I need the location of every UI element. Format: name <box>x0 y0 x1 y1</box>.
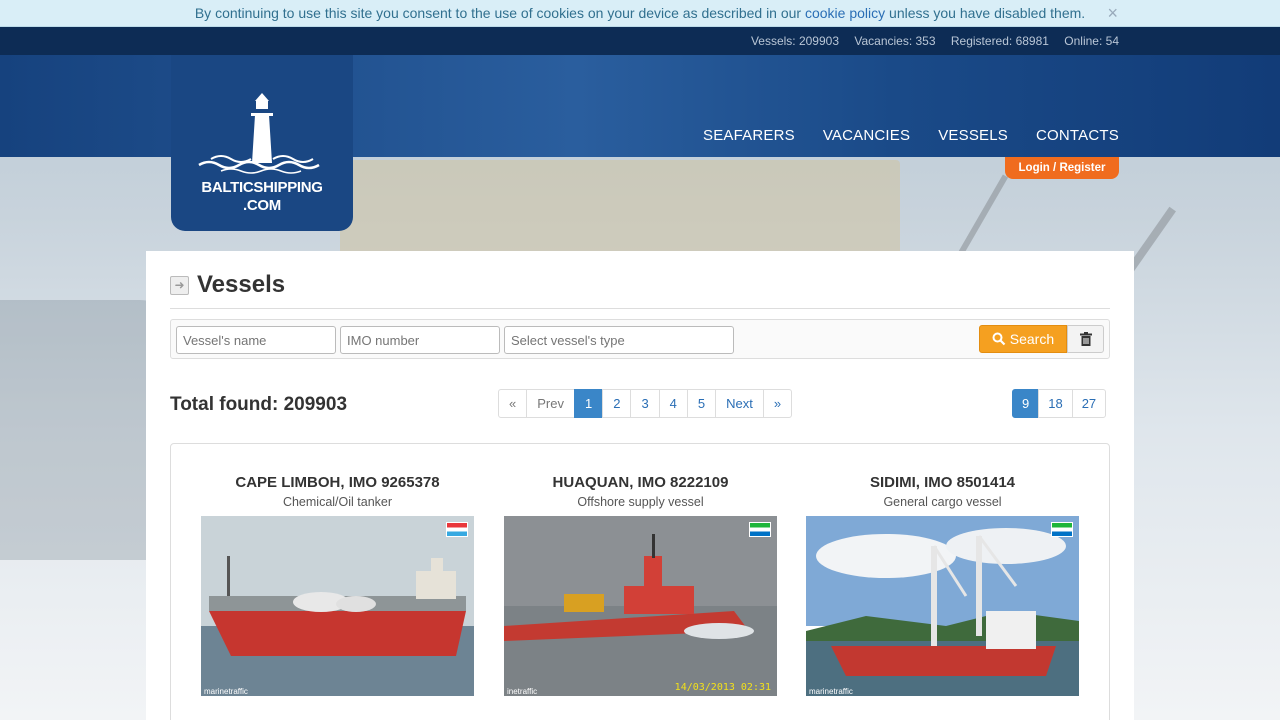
vessel-type: General cargo vessel <box>883 495 1002 509</box>
page-title: Vessels <box>197 271 286 298</box>
total-found: Total found: 209903 <box>170 394 348 415</box>
stat-vacancies: Vacancies: 353 <box>854 34 936 48</box>
vessel-photo[interactable]: marinetraffic <box>806 516 1079 696</box>
cookie-banner: By continuing to use this site you conse… <box>0 0 1280 27</box>
vessel-type: Chemical/Oil tanker <box>282 495 393 509</box>
cookie-text-end: unless you have disabled them. <box>885 5 1086 21</box>
stat-vessels: Vessels: 209903 <box>750 34 840 48</box>
logo-text-line1: BALTICSHIPPING <box>201 179 323 196</box>
cookie-policy-link[interactable]: cookie policy <box>805 5 885 21</box>
pagination-page[interactable]: 3 <box>630 389 660 418</box>
background-crane <box>957 174 1009 256</box>
per-page-selector: 9 18 27 <box>1012 389 1107 418</box>
nav-contacts[interactable]: CONTACTS <box>1036 127 1119 144</box>
pagination-page[interactable]: 1 <box>573 389 604 418</box>
imo-number-input[interactable] <box>340 326 500 354</box>
vessel-photo-image <box>504 516 777 696</box>
search-icon <box>992 332 1006 346</box>
pagination-page[interactable]: 2 <box>602 389 632 418</box>
per-page-option[interactable]: 18 <box>1038 389 1073 418</box>
vessel-photo-image <box>806 516 1079 696</box>
vessel-card[interactable]: HUAQUAN, IMO 8222109 Offshore supply ves… <box>504 474 777 696</box>
background-ship <box>340 160 900 260</box>
page-title-row: ➜ Vessels <box>170 271 285 299</box>
vessel-type-select[interactable] <box>504 326 734 354</box>
lighthouse-icon <box>198 93 320 174</box>
flag-icon <box>1051 522 1073 537</box>
pagination-prev[interactable]: Prev <box>526 389 575 418</box>
vessel-card[interactable]: CAPE LIMBOH, IMO 9265378 Chemical/Oil ta… <box>201 474 474 696</box>
filter-bar: Search <box>170 319 1110 359</box>
flag-icon <box>446 522 468 537</box>
per-page-option[interactable]: 27 <box>1071 389 1107 418</box>
cookie-text: By continuing to use this site you conse… <box>194 5 805 21</box>
vessel-title[interactable]: HUAQUAN, IMO 8222109 <box>504 474 777 491</box>
arrow-right-icon: ➜ <box>170 275 189 295</box>
stat-registered: Registered: 68981 <box>950 34 1049 48</box>
photo-timestamp: 14/03/2013 02:31 <box>674 682 771 693</box>
close-icon[interactable]: × <box>1107 0 1118 26</box>
vessels-panel: ➜ Vessels Search Total found: 209903 <box>146 251 1134 720</box>
main-nav: SEAFARERS VACANCIES VESSELS CONTACTS <box>703 127 1119 144</box>
logo-text-line2: .COM <box>243 197 281 214</box>
stat-online: Online: 54 <box>1064 34 1119 48</box>
photo-watermark: marinetraffic <box>204 687 248 696</box>
search-label: Search <box>1009 331 1055 347</box>
vessel-grid: CAPE LIMBOH, IMO 9265378 Chemical/Oil ta… <box>170 443 1110 720</box>
pagination-page[interactable]: 5 <box>686 389 717 418</box>
auth-separator: / <box>1053 162 1057 174</box>
per-page-option[interactable]: 9 <box>1012 389 1040 418</box>
trash-icon <box>1079 332 1092 346</box>
vessel-photo-image <box>201 516 474 696</box>
site-logo[interactable]: BALTICSHIPPING .COM <box>171 55 353 231</box>
divider <box>170 308 1110 309</box>
photo-watermark: inetraffic <box>507 687 538 696</box>
pagination-next[interactable]: Next <box>715 389 764 418</box>
search-button[interactable]: Search <box>979 325 1067 353</box>
pagination-first[interactable]: « <box>498 389 528 418</box>
photo-watermark: marinetraffic <box>809 687 853 696</box>
login-link[interactable]: Login <box>1019 162 1050 174</box>
vessel-title[interactable]: CAPE LIMBOH, IMO 9265378 <box>201 474 474 491</box>
vessel-type: Offshore supply vessel <box>577 495 704 509</box>
nav-vacancies[interactable]: VACANCIES <box>823 127 910 144</box>
vessel-title[interactable]: SIDIMI, IMO 8501414 <box>806 474 1079 491</box>
register-link[interactable]: Register <box>1059 162 1105 174</box>
auth-tab: Login / Register <box>1005 157 1119 179</box>
clear-filters-button[interactable] <box>1067 325 1104 353</box>
stats-bar: Vessels: 209903 Vacancies: 353 Registere… <box>0 27 1280 55</box>
vessel-photo[interactable]: marinetraffic <box>201 516 474 696</box>
pagination: « Prev 1 2 3 4 5 Next » <box>498 389 793 418</box>
pagination-page[interactable]: 4 <box>658 389 688 418</box>
vessel-card[interactable]: SIDIMI, IMO 8501414 General cargo vessel <box>806 474 1079 696</box>
nav-vessels[interactable]: VESSELS <box>938 127 1008 144</box>
nav-seafarers[interactable]: SEAFARERS <box>703 127 795 144</box>
vessel-photo[interactable]: inetraffic 14/03/2013 02:31 <box>504 516 777 696</box>
pagination-last[interactable]: » <box>762 389 793 418</box>
flag-icon <box>749 522 771 537</box>
vessel-name-input[interactable] <box>176 326 336 354</box>
